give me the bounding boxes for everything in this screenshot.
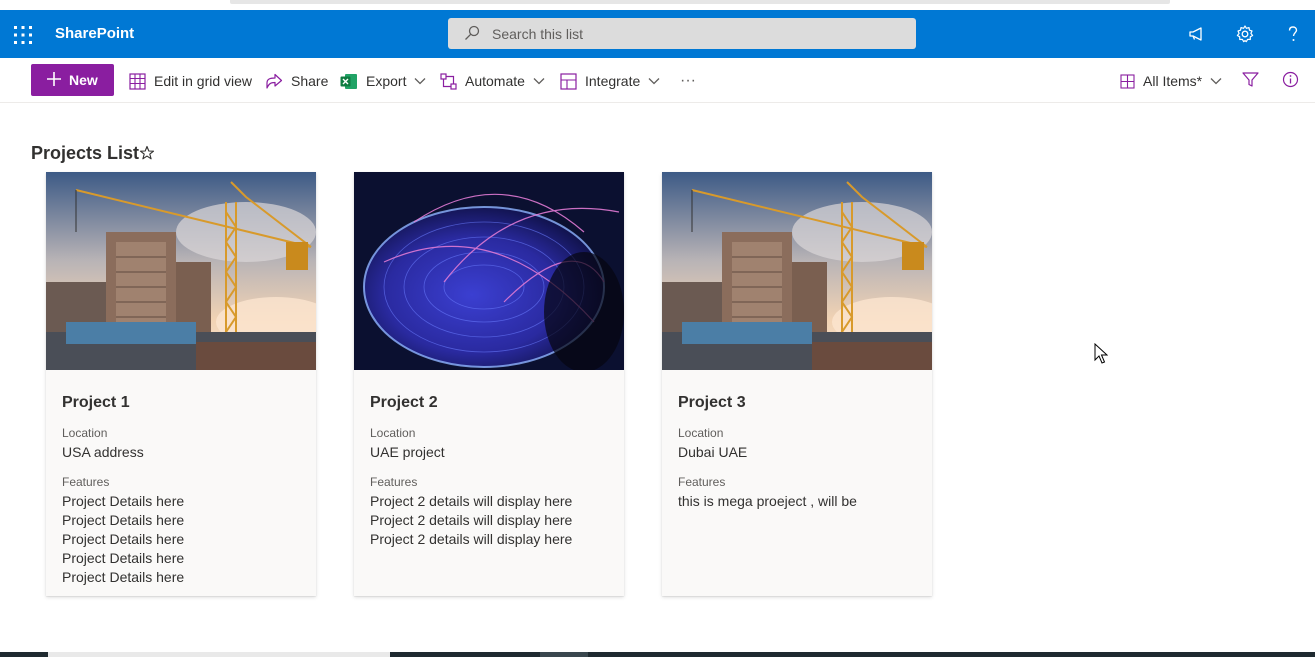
view-grid-icon [1120,73,1135,89]
suite-bar: SharePoint [0,10,1315,58]
chevron-down-icon [1210,78,1222,85]
feature-line: this is mega proeject , will be [678,493,857,509]
location-label: Location [370,426,416,440]
features-list: Project Details here Project Details her… [62,492,184,587]
features-list: Project 2 details will display here Proj… [370,492,572,549]
automate-button[interactable]: Automate [440,70,545,92]
location-value: USA address [62,444,144,460]
grid-icon [129,72,146,90]
search-icon [465,25,480,40]
feature-line: Project Details here [62,512,185,528]
share-icon [266,73,283,89]
more-options-button[interactable]: ··· [680,70,696,92]
feature-line: Project Details here [62,493,185,509]
new-button-label: New [69,72,98,88]
construction-crane-image [662,172,932,370]
taskbar-segment [48,652,390,657]
taskbar-strip [0,652,1315,657]
feature-line: Project 2 details will display here [370,512,573,528]
project-card[interactable]: Project 3 Location Dubai UAE Features th… [662,172,932,596]
waffle-icon[interactable] [14,26,32,44]
project-card[interactable]: Project 1 Location USA address Features … [46,172,316,596]
page-title: Projects List [31,143,140,163]
card-title: Project 2 [370,394,438,411]
filter-icon[interactable] [1242,71,1259,88]
construction-crane-image [46,172,316,370]
search-input[interactable] [492,18,892,49]
command-bar: New Edit in grid view Share Export Autom… [0,58,1315,103]
card-title: Project 1 [62,394,130,411]
integrate-label: Integrate [585,73,641,89]
automate-icon [440,72,457,90]
view-label: All Items* [1143,73,1203,89]
taskbar-segment [540,652,588,657]
location-value: Dubai UAE [678,444,748,460]
feature-line: Project Details here [62,569,185,585]
help-icon[interactable] [1283,24,1303,44]
location-label: Location [62,426,108,440]
chevron-down-icon [533,78,545,85]
location-value: UAE project [370,444,445,460]
mouse-cursor-icon [1094,343,1108,364]
plus-icon [47,72,61,86]
info-icon[interactable] [1282,71,1299,88]
chevron-down-icon [648,78,660,85]
automate-label: Automate [465,73,525,89]
search-box[interactable] [448,18,916,49]
browser-top-strip [0,0,1315,10]
card-title: Project 3 [678,394,746,411]
digital-globe-image [354,172,624,370]
star-icon[interactable] [139,145,155,161]
gear-icon[interactable] [1235,24,1255,44]
feature-line: Project 2 details will display here [370,493,573,509]
features-list: this is mega proeject , will be [678,492,857,511]
integrate-button[interactable]: Integrate [560,70,660,92]
horizontal-scrollbar[interactable] [230,0,1170,4]
location-label: Location [678,426,724,440]
new-button[interactable]: New [31,64,114,96]
megaphone-icon[interactable] [1187,24,1207,44]
project-card[interactable]: Project 2 Location UAE project Features … [354,172,624,596]
edit-grid-view-button[interactable]: Edit in grid view [129,70,252,92]
app-name[interactable]: SharePoint [55,25,134,42]
chevron-down-icon [415,78,426,85]
features-label: Features [370,475,418,489]
feature-line: Project Details here [62,550,185,566]
features-label: Features [62,475,110,489]
feature-line: Project Details here [62,531,185,547]
integrate-icon [560,72,577,90]
export-button[interactable]: Export [340,70,426,92]
share-label: Share [291,73,329,89]
view-switcher[interactable]: All Items* [1120,70,1222,92]
share-button[interactable]: Share [266,70,328,92]
feature-line: Project 2 details will display here [370,531,573,547]
features-label: Features [678,475,726,489]
export-label: Export [366,73,407,89]
edit-grid-view-label: Edit in grid view [154,73,253,89]
excel-icon [340,73,357,89]
